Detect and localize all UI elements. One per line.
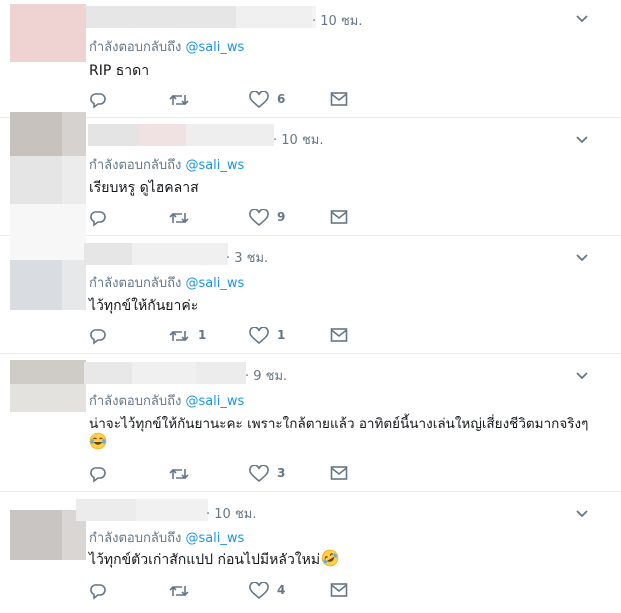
mail-icon: [330, 92, 348, 106]
timestamp[interactable]: · 10 ชม.: [206, 503, 256, 524]
timestamp[interactable]: · 3 ชม.: [226, 247, 268, 268]
reply-button[interactable]: [89, 90, 119, 110]
avatar[interactable]: [10, 360, 86, 412]
reply-prefix: กำลังตอบกลับถึง: [89, 276, 182, 291]
avatar[interactable]: [10, 4, 86, 62]
reply-handle-link[interactable]: @sali_ws: [185, 40, 244, 55]
reply-prefix: กำลังตอบกลับถึง: [89, 531, 182, 546]
chevron-down-icon[interactable]: [575, 371, 589, 381]
like-count: 6: [277, 92, 286, 106]
tweet-text-content: ไว้ทุกข์ตัวเก่าสักแปป ก่อนไปมีหลัวใหม่: [89, 552, 321, 568]
heart-icon: [249, 582, 269, 600]
like-count: 4: [277, 583, 286, 597]
display-name-blurred[interactable]: [84, 243, 228, 265]
reply-icon: [90, 329, 106, 345]
heart-icon: [249, 209, 269, 227]
retweet-icon: [169, 468, 189, 480]
retweet-button[interactable]: [169, 90, 229, 110]
mail-icon: [330, 583, 348, 597]
like-count: 3: [277, 466, 286, 480]
retweet-button[interactable]: 1: [169, 326, 229, 346]
timestamp[interactable]: · 10 ชม.: [312, 10, 362, 31]
dm-button[interactable]: [330, 326, 354, 346]
retweet-icon: [169, 94, 189, 106]
reply-tweet[interactable]: · 10 ชม. กำลังตอบกลับถึง @sali_ws เรียบห…: [0, 112, 621, 235]
reply-button[interactable]: [89, 326, 119, 346]
retweet-button[interactable]: [169, 464, 229, 484]
display-name-blurred[interactable]: [84, 362, 246, 384]
chevron-down-icon[interactable]: [575, 14, 589, 24]
reply-prefix: กำลังตอบกลับถึง: [89, 158, 182, 173]
reply-handle-link[interactable]: @sali_ws: [185, 276, 244, 291]
retweet-icon: [169, 212, 189, 224]
tweet-text: ไว้ทุกข์ตัวเก่าสักแปป ก่อนไปมีหลัวใหม่: [89, 549, 339, 571]
like-count: 9: [277, 210, 286, 224]
dm-button[interactable]: [330, 208, 354, 228]
dm-button[interactable]: [330, 581, 354, 601]
like-button[interactable]: 4: [249, 581, 309, 601]
tweet-text: น่าจะไว้ทุกข์ให้กันยานะคะ เพราะใกล้ตายแล…: [89, 416, 589, 432]
like-button[interactable]: 6: [249, 90, 309, 110]
joy-emoji: [89, 432, 107, 450]
display-name-blurred[interactable]: [76, 499, 208, 521]
mail-icon: [330, 328, 348, 342]
reply-icon: [90, 211, 106, 227]
reply-button[interactable]: [89, 208, 119, 228]
dm-button[interactable]: [330, 464, 354, 484]
reply-handle-link[interactable]: @sali_ws: [185, 394, 244, 409]
reply-icon: [90, 467, 106, 483]
tweet-text: ไว้ทุกข์ให้กันยาค่ะ: [89, 298, 199, 314]
like-count: 1: [277, 328, 286, 342]
reply-button[interactable]: [89, 464, 119, 484]
reply-button[interactable]: [89, 581, 119, 601]
reply-tweet[interactable]: · 3 ชม. กำลังตอบกลับถึง @sali_ws ไว้ทุกข…: [0, 214, 621, 353]
reply-icon: [90, 584, 106, 600]
retweet-count: 1: [198, 328, 207, 342]
heart-icon: [249, 465, 269, 483]
rofl-emoji: [321, 549, 339, 567]
reply-icon: [90, 93, 106, 109]
reply-context: กำลังตอบกลับถึง @sali_ws: [89, 36, 244, 57]
avatar[interactable]: [10, 214, 86, 310]
reply-context: กำลังตอบกลับถึง @sali_ws: [89, 272, 244, 293]
timestamp[interactable]: · 10 ชม.: [273, 129, 323, 150]
tweet-actions: 9: [89, 208, 369, 228]
reply-handle-link[interactable]: @sali_ws: [185, 158, 244, 173]
reply-prefix: กำลังตอบกลับถึง: [89, 394, 182, 409]
reply-context: กำลังตอบกลับถึง @sali_ws: [89, 390, 244, 411]
display-name-blurred[interactable]: [86, 6, 316, 28]
chevron-down-icon[interactable]: [575, 509, 589, 519]
chevron-down-icon[interactable]: [575, 253, 589, 263]
tweet-text: เรียบหรู ดูไฮคลาส: [89, 180, 199, 196]
tweet-actions: 4: [89, 581, 369, 601]
reply-tweet[interactable]: · 10 ชม. กำลังตอบกลับถึง @sali_ws RIP ธา…: [0, 0, 621, 117]
retweet-button[interactable]: [169, 208, 229, 228]
retweet-button[interactable]: [169, 581, 229, 601]
tweet-text: RIP ธาดา: [89, 63, 150, 79]
like-button[interactable]: 3: [249, 464, 309, 484]
avatar[interactable]: [10, 510, 86, 560]
reply-context: กำลังตอบกลับถึง @sali_ws: [89, 527, 244, 548]
reply-prefix: กำลังตอบกลับถึง: [89, 40, 182, 55]
tweet-actions: 3: [89, 464, 369, 484]
display-name-blurred[interactable]: [88, 124, 274, 146]
timestamp[interactable]: · 9 ชม.: [245, 365, 287, 386]
mail-icon: [330, 210, 348, 224]
reply-tweet[interactable]: · 10 ชม. กำลังตอบกลับถึง @sali_ws ไว้ทุก…: [0, 492, 621, 613]
retweet-icon: [169, 585, 189, 597]
mail-icon: [330, 466, 348, 480]
chevron-down-icon[interactable]: [575, 135, 589, 145]
tweet-actions: 6: [89, 90, 369, 110]
heart-icon: [249, 91, 269, 109]
tweet-actions: 1 1: [89, 326, 369, 346]
reply-tweet[interactable]: · 9 ชม. กำลังตอบกลับถึง @sali_ws น่าจะไว…: [0, 354, 621, 491]
retweet-icon: [169, 330, 189, 342]
like-button[interactable]: 1: [249, 326, 309, 346]
like-button[interactable]: 9: [249, 208, 309, 228]
reply-context: กำลังตอบกลับถึง @sali_ws: [89, 154, 244, 175]
dm-button[interactable]: [330, 90, 354, 110]
reply-handle-link[interactable]: @sali_ws: [185, 531, 244, 546]
heart-icon: [249, 327, 269, 345]
